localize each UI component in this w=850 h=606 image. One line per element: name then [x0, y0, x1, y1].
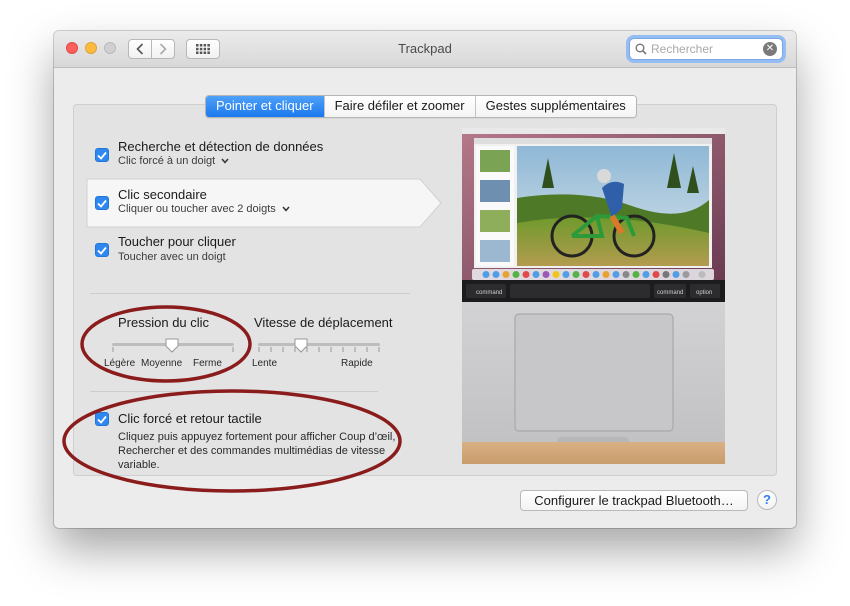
chevron-down-icon	[282, 206, 290, 212]
tab-scroll-and-zoom[interactable]: Faire défiler et zoomer	[324, 96, 476, 117]
search-input[interactable]	[651, 41, 759, 57]
speed-slow-label: Lente	[252, 358, 278, 369]
clear-search-icon[interactable]: ✕	[763, 42, 777, 56]
chevron-down-icon	[221, 158, 229, 164]
checkmark-icon	[97, 246, 107, 255]
lookup-checkbox[interactable]	[95, 148, 109, 162]
tracking-speed-tick-marks	[258, 347, 380, 352]
pressure-annotation-ellipse	[80, 305, 252, 383]
trackpad-preview-image: command command option	[462, 128, 725, 464]
option-key: option	[696, 290, 712, 296]
tab-point-and-click[interactable]: Pointer et cliquer	[206, 96, 325, 117]
preferences-window: Trackpad ✕ Pointer et cliquer Faire défi…	[54, 31, 796, 528]
command-key-left: command	[476, 290, 502, 296]
tab-bar: Pointer et cliquer Faire défiler et zoom…	[205, 95, 637, 118]
lookup-subtitle: Clic forcé à un doigt	[118, 155, 216, 167]
tracking-speed-label: Vitesse de déplacement	[254, 315, 393, 330]
configure-bluetooth-trackpad-button[interactable]: Configurer le trackpad Bluetooth…	[520, 490, 748, 511]
force-click-annotation-ellipse	[62, 389, 402, 493]
tap-to-click-checkbox[interactable]	[95, 243, 109, 257]
secondary-click-checkbox[interactable]	[95, 196, 109, 210]
lookup-gesture-dropdown[interactable]: Clic forcé à un doigt	[118, 155, 229, 167]
tab-more-gestures[interactable]: Gestes supplémentaires	[475, 96, 636, 117]
speed-fast-label: Rapide	[341, 358, 373, 369]
lookup-title: Recherche et détection de données	[118, 139, 324, 154]
checkmark-icon	[97, 151, 107, 160]
checkmark-icon	[97, 199, 107, 208]
secondary-click-subtitle: Cliquer ou toucher avec 2 doigts	[118, 203, 276, 215]
section-divider	[90, 293, 410, 294]
secondary-click-title: Clic secondaire	[118, 187, 207, 202]
tracking-speed-thumb[interactable]	[294, 338, 308, 353]
search-icon	[635, 43, 647, 55]
tracking-speed-slider[interactable]	[258, 343, 380, 346]
search-field[interactable]: ✕	[629, 38, 783, 60]
title-bar: Trackpad ✕	[54, 31, 796, 68]
secondary-click-dropdown[interactable]: Cliquer ou toucher avec 2 doigts	[118, 203, 290, 215]
tap-to-click-title: Toucher pour cliquer	[118, 234, 236, 249]
help-button[interactable]: ?	[757, 490, 777, 510]
tap-to-click-subtitle: Toucher avec un doigt	[118, 251, 226, 263]
command-key-right: command	[657, 290, 683, 296]
